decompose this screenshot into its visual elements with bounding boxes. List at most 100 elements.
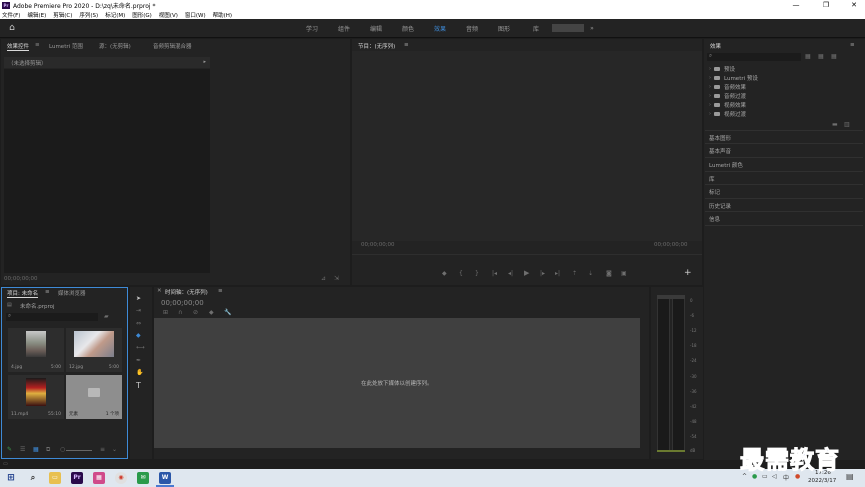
project-item[interactable]: 12.jpg 5:00: [66, 328, 122, 372]
menu-markers[interactable]: 标记(M): [105, 11, 125, 19]
file-explorer-icon[interactable]: ▭: [49, 472, 61, 484]
tab-lumetri-scopes[interactable]: Lumetri 范围: [49, 42, 83, 50]
menu-sequence[interactable]: 序列(S): [79, 11, 98, 19]
panel-markers[interactable]: 标记: [709, 188, 720, 196]
minimize-button[interactable]: —: [785, 0, 807, 10]
project-item[interactable]: 元素 1 个项: [66, 375, 122, 419]
project-search-input[interactable]: ⌕: [6, 313, 98, 321]
tab-source[interactable]: 源：(无剪辑): [99, 42, 131, 50]
hand-tool-icon[interactable]: ✋: [136, 369, 143, 376]
workspace-learn[interactable]: 学习: [296, 24, 328, 33]
effects-tree-item[interactable]: › 预设: [709, 65, 735, 73]
wechat-icon[interactable]: ✉: [137, 472, 149, 484]
new-bin-icon[interactable]: ▬: [832, 121, 838, 128]
icon-view-icon[interactable]: ▦: [33, 446, 39, 453]
workspace-assembly[interactable]: 组件: [328, 24, 360, 33]
workspace-effects[interactable]: 效果: [424, 24, 456, 33]
effects-search-input[interactable]: ⌕: [707, 53, 801, 61]
mark-out-icon[interactable]: }: [475, 270, 479, 277]
close-tab-icon[interactable]: ✕: [157, 288, 162, 294]
add-button-icon[interactable]: +: [684, 268, 692, 278]
search-icon[interactable]: ⌕: [27, 472, 39, 484]
action-center-icon[interactable]: ▤: [846, 472, 854, 481]
panel-libraries[interactable]: 库: [709, 175, 715, 183]
new-search-bin-icon[interactable]: ▰: [104, 313, 109, 320]
program-title[interactable]: 节目：(无序列): [358, 42, 395, 50]
razor-tool-icon[interactable]: ◆: [136, 332, 141, 339]
effects-tree-item[interactable]: › 视频过渡: [709, 110, 746, 118]
timeline-drop-area[interactable]: 在此处放下媒体以创建序列。: [154, 318, 640, 448]
extract-icon[interactable]: ⇣: [588, 270, 593, 277]
photos-app-icon[interactable]: ▦: [93, 472, 105, 484]
windows-start-icon[interactable]: ⊞: [5, 472, 17, 484]
linked-selection-icon[interactable]: ⊘: [193, 309, 198, 316]
timeline-menu-icon[interactable]: ≡: [218, 288, 223, 294]
tab-media-browser[interactable]: 媒体浏览器: [58, 289, 86, 297]
menu-view[interactable]: 视图(V): [159, 11, 178, 19]
workspace-audio[interactable]: 音频: [456, 24, 488, 33]
workspace-editing[interactable]: 编辑: [360, 24, 392, 33]
marker-icon[interactable]: ◆: [442, 270, 447, 277]
selection-tool-icon[interactable]: ➤: [136, 295, 141, 302]
step-back-icon[interactable]: ◂|: [508, 270, 513, 277]
freeform-view-icon[interactable]: ⧉: [46, 446, 50, 454]
pen-tool-icon[interactable]: ✒: [136, 357, 141, 364]
snap-icon[interactable]: ∩: [178, 309, 182, 316]
track-select-tool-icon[interactable]: ⇥: [136, 307, 141, 314]
export-icon[interactable]: ⇲: [334, 275, 339, 282]
panel-info[interactable]: 信息: [709, 215, 720, 223]
menu-graphics[interactable]: 图形(G): [132, 11, 152, 19]
menu-help[interactable]: 帮助(H): [213, 11, 232, 19]
panel-essential-sound[interactable]: 基本声音: [709, 147, 731, 155]
menu-clip[interactable]: 剪辑(C): [53, 11, 72, 19]
lock-icon[interactable]: ✎: [7, 446, 12, 453]
effects-tree-item[interactable]: › 音频过渡: [709, 92, 746, 100]
yuv-effects-icon[interactable]: ▦: [831, 53, 837, 60]
list-view-icon[interactable]: ☰: [20, 446, 25, 453]
panel-menu-icon[interactable]: ≡: [35, 42, 40, 48]
chrome-icon[interactable]: ◉: [115, 472, 127, 484]
workspace-color[interactable]: 颜色: [392, 24, 424, 33]
mark-in-icon[interactable]: {: [459, 270, 463, 277]
premiere-taskbar-icon[interactable]: Pr: [71, 472, 83, 484]
menu-edit[interactable]: 编辑(E): [27, 11, 46, 19]
word-icon[interactable]: W: [159, 472, 171, 484]
clock-date[interactable]: 2022/3/17: [808, 478, 836, 484]
zoom-slider[interactable]: [66, 450, 92, 451]
project-item[interactable]: 4.jpg 5:00: [8, 328, 64, 372]
step-forward-icon[interactable]: |▸: [540, 270, 545, 277]
play-icon[interactable]: ▶: [524, 269, 529, 277]
tab-project[interactable]: 项目: 未命名: [7, 289, 39, 298]
comparison-view-icon[interactable]: ▣: [621, 270, 627, 277]
effects-tree-item[interactable]: › 视频效果: [709, 101, 746, 109]
type-tool-icon[interactable]: T: [136, 381, 141, 390]
tab-audio-clip-mixer[interactable]: 音频剪辑混合器: [153, 42, 192, 50]
workspace-graphics[interactable]: 图形: [488, 24, 520, 33]
accelerated-effects-icon[interactable]: ▦: [805, 53, 811, 60]
ripple-edit-tool-icon[interactable]: ⇔: [136, 320, 141, 327]
expand-arrow-icon[interactable]: ▸: [203, 59, 206, 65]
go-to-out-icon[interactable]: ▸|: [555, 270, 560, 277]
effects-menu-icon[interactable]: ≡: [850, 42, 855, 48]
panel-essential-graphics[interactable]: 基本图形: [709, 134, 731, 142]
panel-history[interactable]: 历史记录: [709, 202, 731, 210]
timeline-timecode[interactable]: 00;00;00;00: [161, 299, 204, 307]
effects-tree-item[interactable]: › 音频效果: [709, 83, 746, 91]
add-marker-icon[interactable]: ◆: [209, 309, 214, 316]
workspace-more-icon[interactable]: »: [584, 25, 600, 32]
sort-dropdown-icon[interactable]: ⌄: [112, 446, 117, 453]
menu-window[interactable]: 窗口(W): [185, 11, 206, 19]
project-menu-icon[interactable]: ≡: [45, 289, 50, 295]
project-item[interactable]: 11.mp4 55:10: [8, 375, 64, 419]
effects-tree-item[interactable]: › Lumetri 预设: [709, 74, 758, 82]
home-icon[interactable]: ⌂: [6, 23, 18, 34]
sort-icon[interactable]: ≡: [100, 446, 105, 453]
delete-icon[interactable]: ▥: [844, 121, 850, 128]
workspace-libraries[interactable]: 库: [520, 24, 552, 33]
timeline-title[interactable]: 时间轴：(无序列): [165, 288, 208, 296]
32bit-effects-icon[interactable]: ▦: [818, 53, 824, 60]
menu-file[interactable]: 文件(F): [2, 11, 20, 19]
program-menu-icon[interactable]: ≡: [404, 42, 409, 48]
maximize-button[interactable]: ❐: [815, 0, 837, 10]
filter-icon[interactable]: ⊿: [321, 275, 326, 282]
